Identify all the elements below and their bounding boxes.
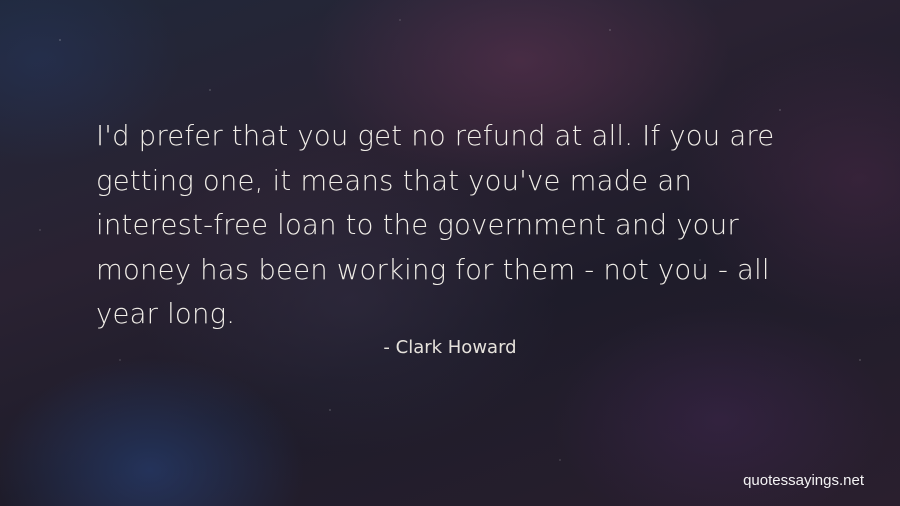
quote-author: - Clark Howard [383,337,517,358]
quote-text: I'd prefer that you get no refund at all… [96,120,775,330]
site-watermark: quotessayings.net [743,472,864,489]
